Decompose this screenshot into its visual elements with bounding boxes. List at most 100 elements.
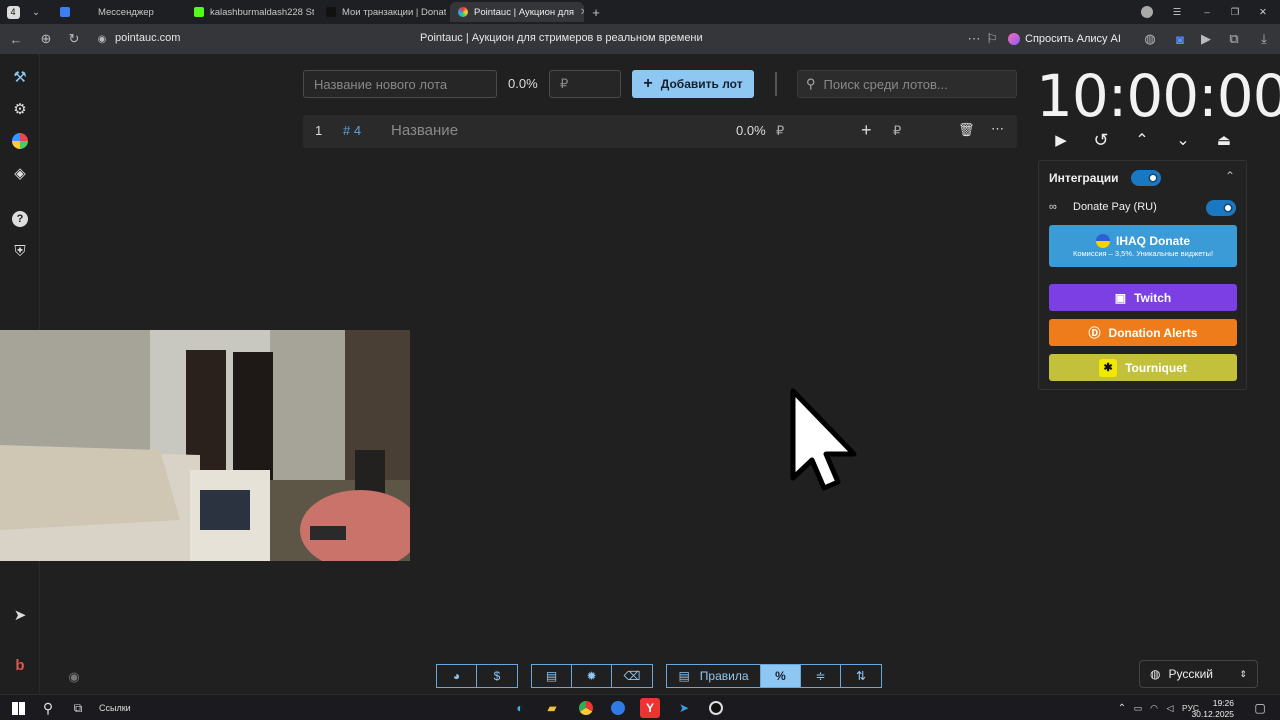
profile-avatar-icon[interactable]	[1138, 2, 1156, 22]
add-amount-plus-icon[interactable]: +	[861, 120, 872, 141]
new-lot-amount-input[interactable]: ₽	[549, 70, 621, 98]
messenger-favicon-icon	[60, 7, 70, 17]
webcam-overlay	[0, 330, 410, 561]
file-explorer-icon[interactable]: ▰	[542, 698, 562, 718]
minimize-icon[interactable]: –	[1198, 2, 1216, 22]
tourniquet-button[interactable]: ✱ Tourniquet	[1049, 354, 1237, 381]
telegram-icon[interactable]: ➤	[674, 698, 694, 718]
lot-name-field[interactable]: Название	[391, 122, 458, 139]
chrome-icon[interactable]	[576, 698, 596, 718]
more-icon[interactable]: ⋯	[964, 24, 984, 54]
site-info-icon[interactable]: ◉	[94, 24, 110, 54]
kick-favicon-icon	[194, 7, 204, 17]
back-icon[interactable]: ←	[6, 24, 26, 54]
restore-icon[interactable]: ❐	[1226, 2, 1244, 22]
donation-alerts-button[interactable]: Ⓓ Donation Alerts	[1049, 319, 1237, 346]
donate-favicon-icon	[326, 7, 336, 17]
compact-view-icon[interactable]: ≑	[801, 665, 841, 687]
bookmark-icon[interactable]: ⚐	[984, 24, 1000, 54]
percent-toggle-button[interactable]: %	[761, 665, 801, 687]
close-window-icon[interactable]: ✕	[1254, 2, 1272, 22]
plus-icon: +	[643, 75, 653, 92]
workspace-icon[interactable]: 4	[4, 2, 22, 22]
lot-index: 1	[315, 123, 323, 138]
donation-alerts-icon: Ⓓ	[1088, 326, 1101, 340]
notifications-icon[interactable]: ▢	[1250, 698, 1270, 718]
timer-play-icon[interactable]: ▶	[1048, 128, 1074, 152]
clear-list-icon[interactable]: ⌫	[612, 665, 652, 687]
lot-amount-field[interactable]: ₽	[776, 123, 784, 139]
telegram-icon[interactable]: ➤	[8, 604, 32, 626]
rules-button[interactable]: ▤ Правила	[667, 665, 761, 687]
tab-menu-chevron-icon[interactable]: ⌄	[26, 2, 46, 22]
tab-pointauc[interactable]: Pointauc | Аукцион для✕	[450, 2, 584, 22]
search-icon: ⚲	[806, 76, 816, 91]
obs-icon[interactable]	[706, 698, 726, 718]
lot-search-input[interactable]: ⚲ Поиск среди лотов...	[797, 70, 1017, 98]
url-text[interactable]: pointauc.com	[115, 32, 180, 44]
delete-trash-icon[interactable]: 🗑︎	[958, 122, 975, 138]
search-icon[interactable]: ⚲	[38, 698, 58, 718]
new-tab-icon[interactable]: +	[588, 2, 604, 22]
new-lot-name-input[interactable]: Название нового лота	[303, 70, 497, 98]
layers-icon[interactable]: ◈	[8, 162, 32, 184]
page-title: Pointauc | Аукцион для стримеров в реаль…	[420, 32, 703, 44]
tab-kick[interactable]: kalashburmaldash228 Stre	[186, 2, 314, 22]
task-view-icon[interactable]: ⧉	[68, 698, 88, 718]
github-icon[interactable]: ◕	[437, 665, 477, 687]
yandex-browser-icon[interactable]: Y	[640, 698, 660, 718]
reload-icon[interactable]: ↻	[64, 24, 84, 54]
save-icon[interactable]: ▤	[532, 665, 572, 687]
boosty-icon[interactable]: b	[8, 654, 32, 676]
shield-icon[interactable]: ⛨	[8, 240, 32, 262]
timer-subtract-icon[interactable]: ⌄	[1170, 128, 1196, 152]
messenger-icon[interactable]	[608, 698, 628, 718]
extra-amount-field[interactable]: ₽	[893, 123, 901, 139]
system-clock[interactable]: 19:26 30.12.2025	[1191, 698, 1234, 720]
timer-add-icon[interactable]: ⌃	[1129, 128, 1155, 152]
collapse-chevron-icon[interactable]: ⌃	[1225, 169, 1235, 183]
links-toolbar: ◕ $	[436, 664, 518, 688]
twitch-button[interactable]: ▣ Twitch	[1049, 284, 1237, 311]
auction-timer: 10:00:00	[1036, 62, 1280, 130]
more-options-icon[interactable]: ⋯	[991, 121, 1004, 137]
windows-start-icon[interactable]	[8, 698, 28, 718]
edge-icon[interactable]: ◐	[510, 698, 530, 718]
settings-gear-icon[interactable]: ⚙	[8, 98, 32, 120]
integrations-toggle[interactable]	[1131, 170, 1161, 186]
add-lot-button[interactable]: + Добавить лот	[632, 70, 754, 98]
ihaq-donate-button[interactable]: IHAQ Donate Комиссия – 3,5%. Уникальные …	[1049, 225, 1237, 267]
ask-alice-button[interactable]: Спросить Алису AI	[1008, 30, 1121, 48]
timer-reset-icon[interactable]: ↺	[1088, 128, 1114, 152]
donatepay-toggle[interactable]	[1206, 200, 1236, 216]
lot-id: # 4	[343, 123, 362, 138]
view-toolbar: ▤ Правила % ≑ ⇅	[666, 664, 882, 688]
media-icon[interactable]: ▶	[1196, 24, 1216, 54]
tab-messenger[interactable]: Мессенджер	[52, 2, 182, 22]
donatepay-icon: ∞	[1049, 201, 1057, 213]
volume-icon[interactable]: ◁	[1160, 698, 1180, 718]
help-icon[interactable]: ?	[8, 208, 32, 230]
ihaq-logo-icon	[1095, 234, 1110, 248]
protect-icon[interactable]: ⊕	[36, 24, 56, 54]
globe-icon[interactable]: ◍	[1140, 24, 1160, 54]
donatepay-label: Donate Pay (RU)	[1073, 201, 1157, 213]
bug-icon[interactable]: ✹	[572, 665, 612, 687]
lot-percent-value: 0.0%	[736, 123, 766, 138]
links-toolbar-label[interactable]: Ссылки	[99, 703, 131, 713]
donate-dollar-icon[interactable]: $	[477, 665, 517, 687]
tab-donate[interactable]: Мои транзакции | Donate	[318, 2, 446, 22]
close-tab-icon[interactable]: ✕	[580, 7, 584, 18]
timer-max-icon[interactable]: ⏏	[1211, 128, 1237, 152]
sort-icon[interactable]: ⇅	[841, 665, 881, 687]
menu-icon[interactable]: ☰	[1168, 2, 1186, 22]
language-select[interactable]: ◍ Русский ⇕	[1139, 660, 1258, 688]
wheel-pie-icon[interactable]	[8, 130, 32, 152]
twitch-icon: ▣	[1114, 290, 1127, 305]
collections-icon[interactable]: ⧉	[1224, 24, 1244, 54]
rules-list-icon: ▤	[678, 669, 690, 683]
visibility-eye-icon[interactable]: ◉	[62, 666, 86, 688]
auction-hammer-icon[interactable]: ⚒	[8, 66, 32, 88]
extension-icon[interactable]: ◙	[1170, 24, 1190, 54]
downloads-icon[interactable]: ⤓	[1254, 24, 1274, 54]
